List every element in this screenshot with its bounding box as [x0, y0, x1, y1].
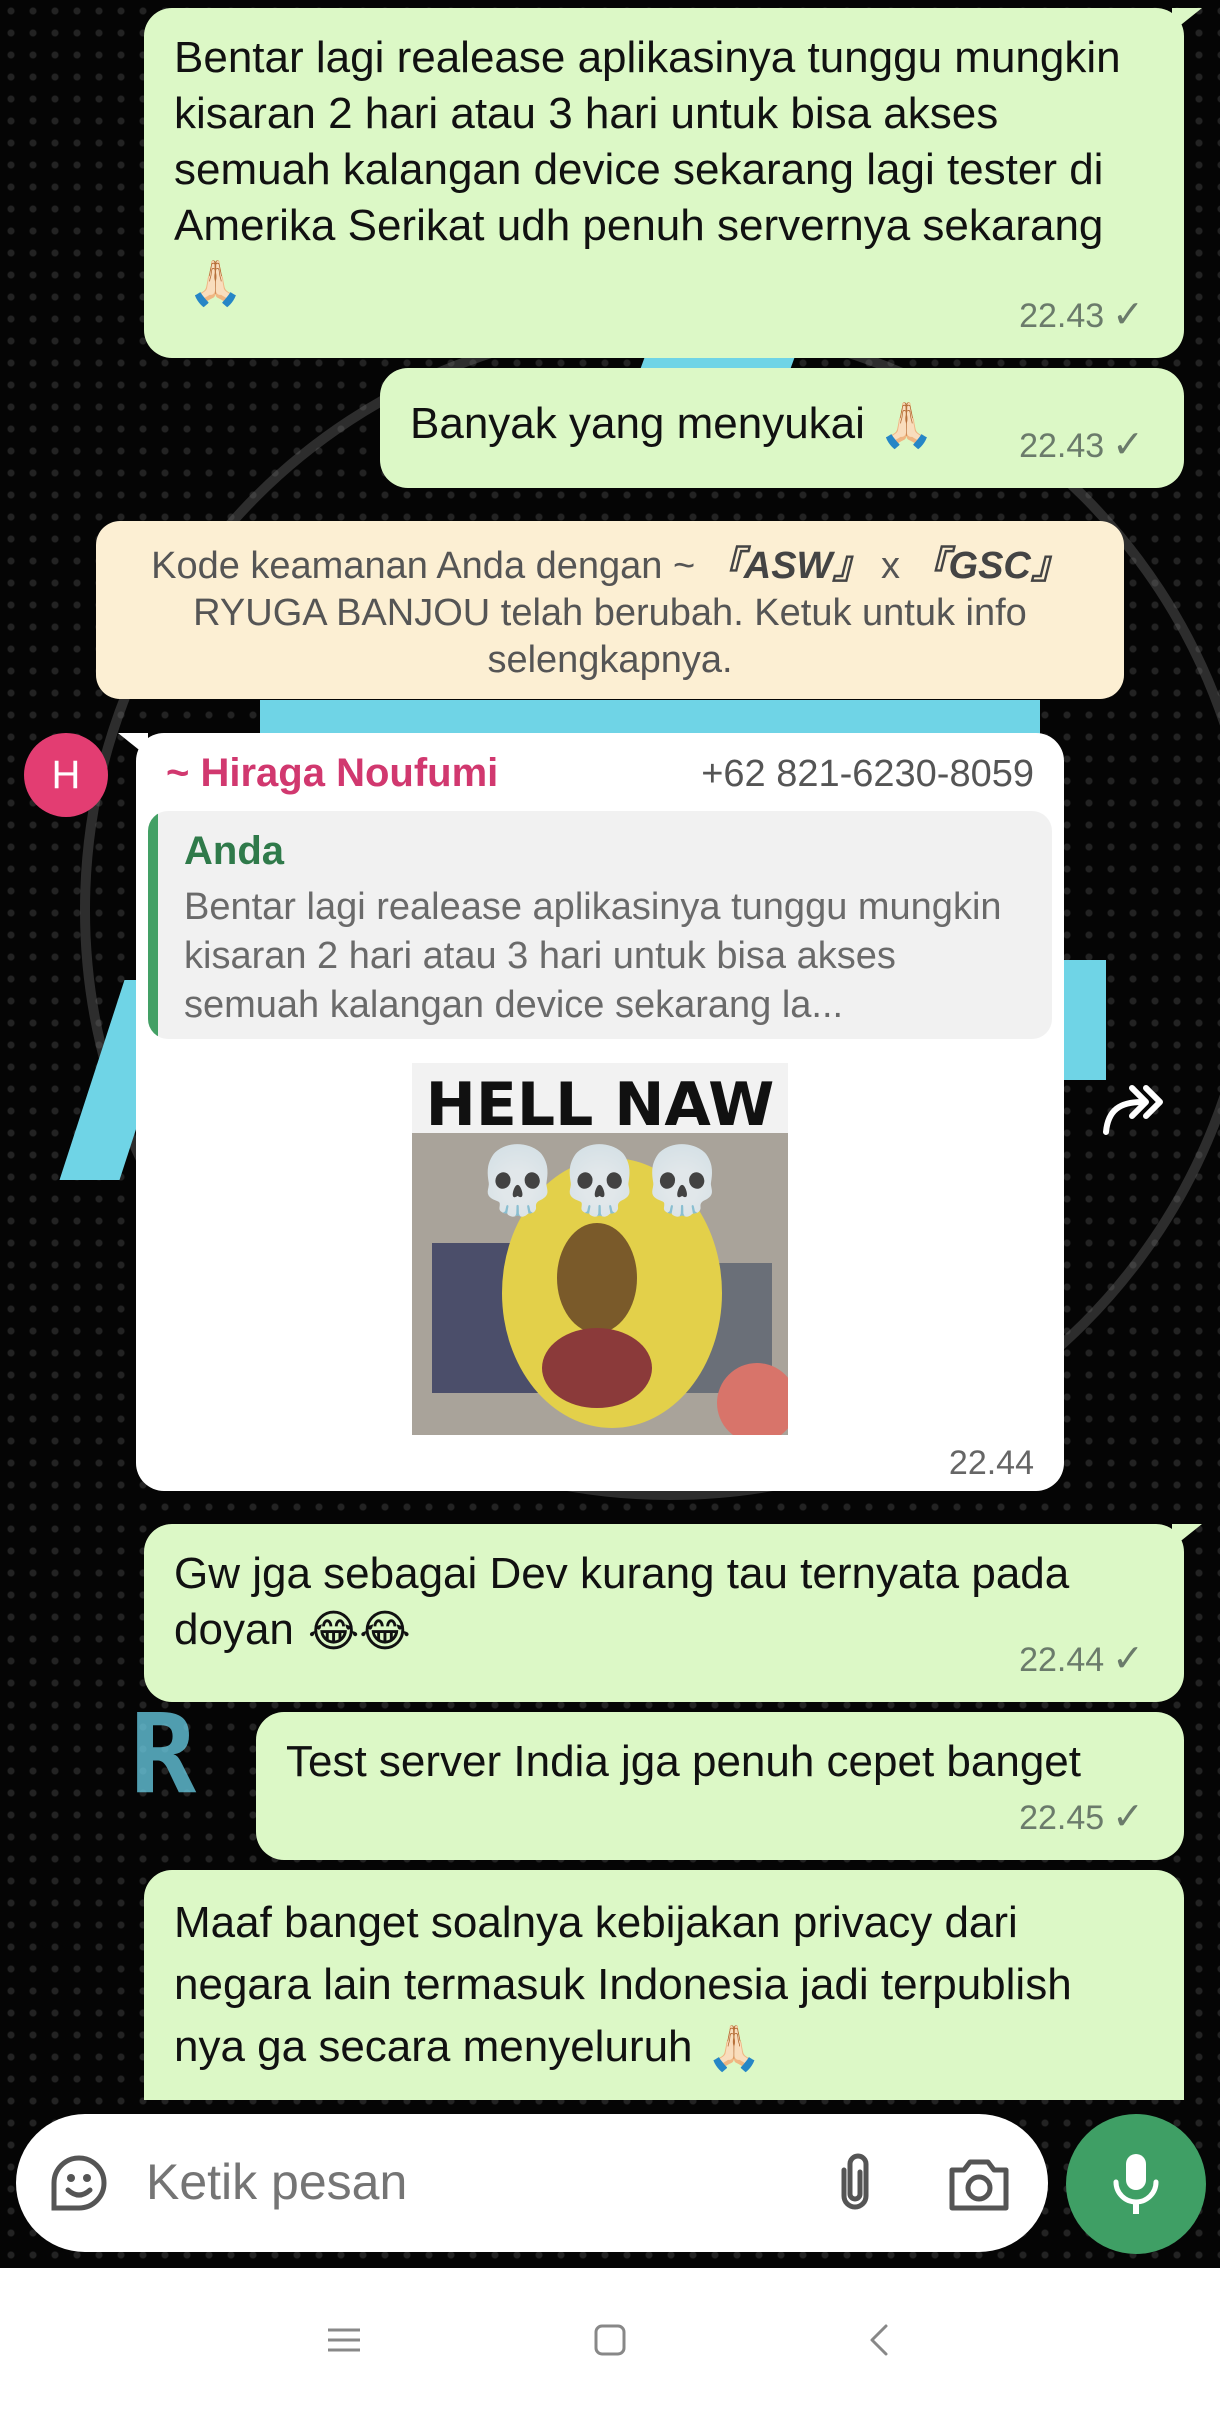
bubble-tail	[1172, 1524, 1202, 1548]
message-meta: 22.45 ✓	[1019, 1789, 1144, 1846]
sticker-graphic: HELL NAW 💀💀💀	[412, 1063, 788, 1435]
outgoing-message[interactable]: Bentar lagi realease aplikasinya tunggu …	[144, 8, 1202, 358]
message-meta: 22.43 ✓	[1019, 287, 1144, 344]
forward-icon[interactable]	[1102, 1082, 1166, 1138]
outgoing-message[interactable]: Gw jga sebagai Dev kurang tau ternyata p…	[144, 1524, 1202, 1702]
quote-author: Anda	[184, 829, 284, 873]
message-text: Maaf banget soalnya kebijakan privacy da…	[174, 1898, 1072, 2071]
notice-text: RYUGA BANJOU telah berubah. Ketuk untuk …	[193, 592, 1027, 681]
notice-tag: 『GSC』	[910, 545, 1069, 587]
camera-icon[interactable]	[946, 2154, 1012, 2214]
nav-menu-icon[interactable]	[322, 2318, 366, 2362]
attach-icon[interactable]	[822, 2150, 888, 2216]
outgoing-message[interactable]: Test server India jga penuh cepet banget…	[256, 1712, 1184, 1860]
security-code-notice[interactable]: Kode keamanan Anda dengan ~ 『ASW』 x 『GSC…	[96, 521, 1124, 699]
outgoing-message[interactable]: Maaf banget soalnya kebijakan privacy da…	[144, 1870, 1184, 2100]
sent-check-icon: ✓	[1112, 424, 1144, 466]
notice-text: Kode keamanan Anda dengan ~	[151, 545, 706, 587]
quote-bar	[148, 811, 158, 1039]
message-time: 22.44	[1019, 1641, 1105, 1679]
message-time: 22.43	[1019, 297, 1105, 335]
sent-check-icon: ✓	[1112, 294, 1144, 336]
quote-text: Bentar lagi realease aplikasinya tunggu …	[184, 886, 1002, 1026]
message-time: 22.44	[948, 1444, 1034, 1482]
folded-hands-emoji: 🙏🏻	[188, 259, 243, 309]
bubble-tail	[118, 733, 148, 757]
sender-phone: +62 821-6230-8059	[701, 753, 1034, 795]
message-text: Banyak yang menyukai	[410, 399, 865, 448]
sticker-caption: HELL NAW	[426, 1070, 775, 1140]
sender-avatar[interactable]: H	[24, 733, 108, 817]
message-input[interactable]	[144, 2152, 788, 2212]
folded-hands-emoji: 🙏🏻	[706, 2024, 762, 2074]
nav-back-icon[interactable]	[858, 2318, 902, 2362]
sticker-icon[interactable]	[46, 2150, 112, 2216]
message-text: Bentar lagi realease aplikasinya tunggu …	[174, 33, 1121, 250]
message-meta: 22.44 ✓	[1019, 1631, 1144, 1688]
sender-name[interactable]: ~ Hiraga Noufumi	[166, 751, 498, 796]
system-nav-bar	[0, 2268, 1220, 2410]
nav-home-icon[interactable]	[588, 2318, 632, 2362]
wallpaper-cyan-shape	[1060, 960, 1106, 1080]
bubble-tail	[1172, 8, 1202, 32]
message-meta: 22.43 ✓	[1019, 417, 1144, 474]
notice-text: x	[870, 545, 911, 587]
notice-tag: 『ASW』	[705, 545, 871, 587]
outgoing-message[interactable]: Banyak yang menyukai 🙏🏻 22.43 ✓	[380, 368, 1184, 488]
sticker-image[interactable]: HELL NAW 💀💀💀	[412, 1063, 788, 1435]
sent-check-icon: ✓	[1112, 1796, 1144, 1838]
mic-button[interactable]	[1066, 2114, 1206, 2254]
incoming-message[interactable]: ~ Hiraga Noufumi +62 821-6230-8059 Anda …	[118, 733, 1064, 1491]
quoted-message[interactable]: Anda Bentar lagi realease aplikasinya tu…	[148, 811, 1052, 1039]
wallpaper-cyan-shape	[260, 700, 1040, 736]
message-time: 22.45	[1019, 1799, 1105, 1837]
mic-icon	[1113, 2154, 1159, 2214]
message-time: 22.43	[1019, 427, 1105, 465]
laughing-emoji: 😂😂	[307, 1607, 411, 1657]
sent-check-icon: ✓	[1112, 1638, 1144, 1680]
wallpaper-glitch-text: R	[130, 1690, 209, 1818]
message-composer	[16, 2114, 1048, 2252]
skull-emoji: 💀💀💀	[477, 1143, 724, 1218]
folded-hands-emoji: 🙏🏻	[878, 401, 934, 451]
message-text: Test server India jga penuh cepet banget	[286, 1737, 1081, 1786]
